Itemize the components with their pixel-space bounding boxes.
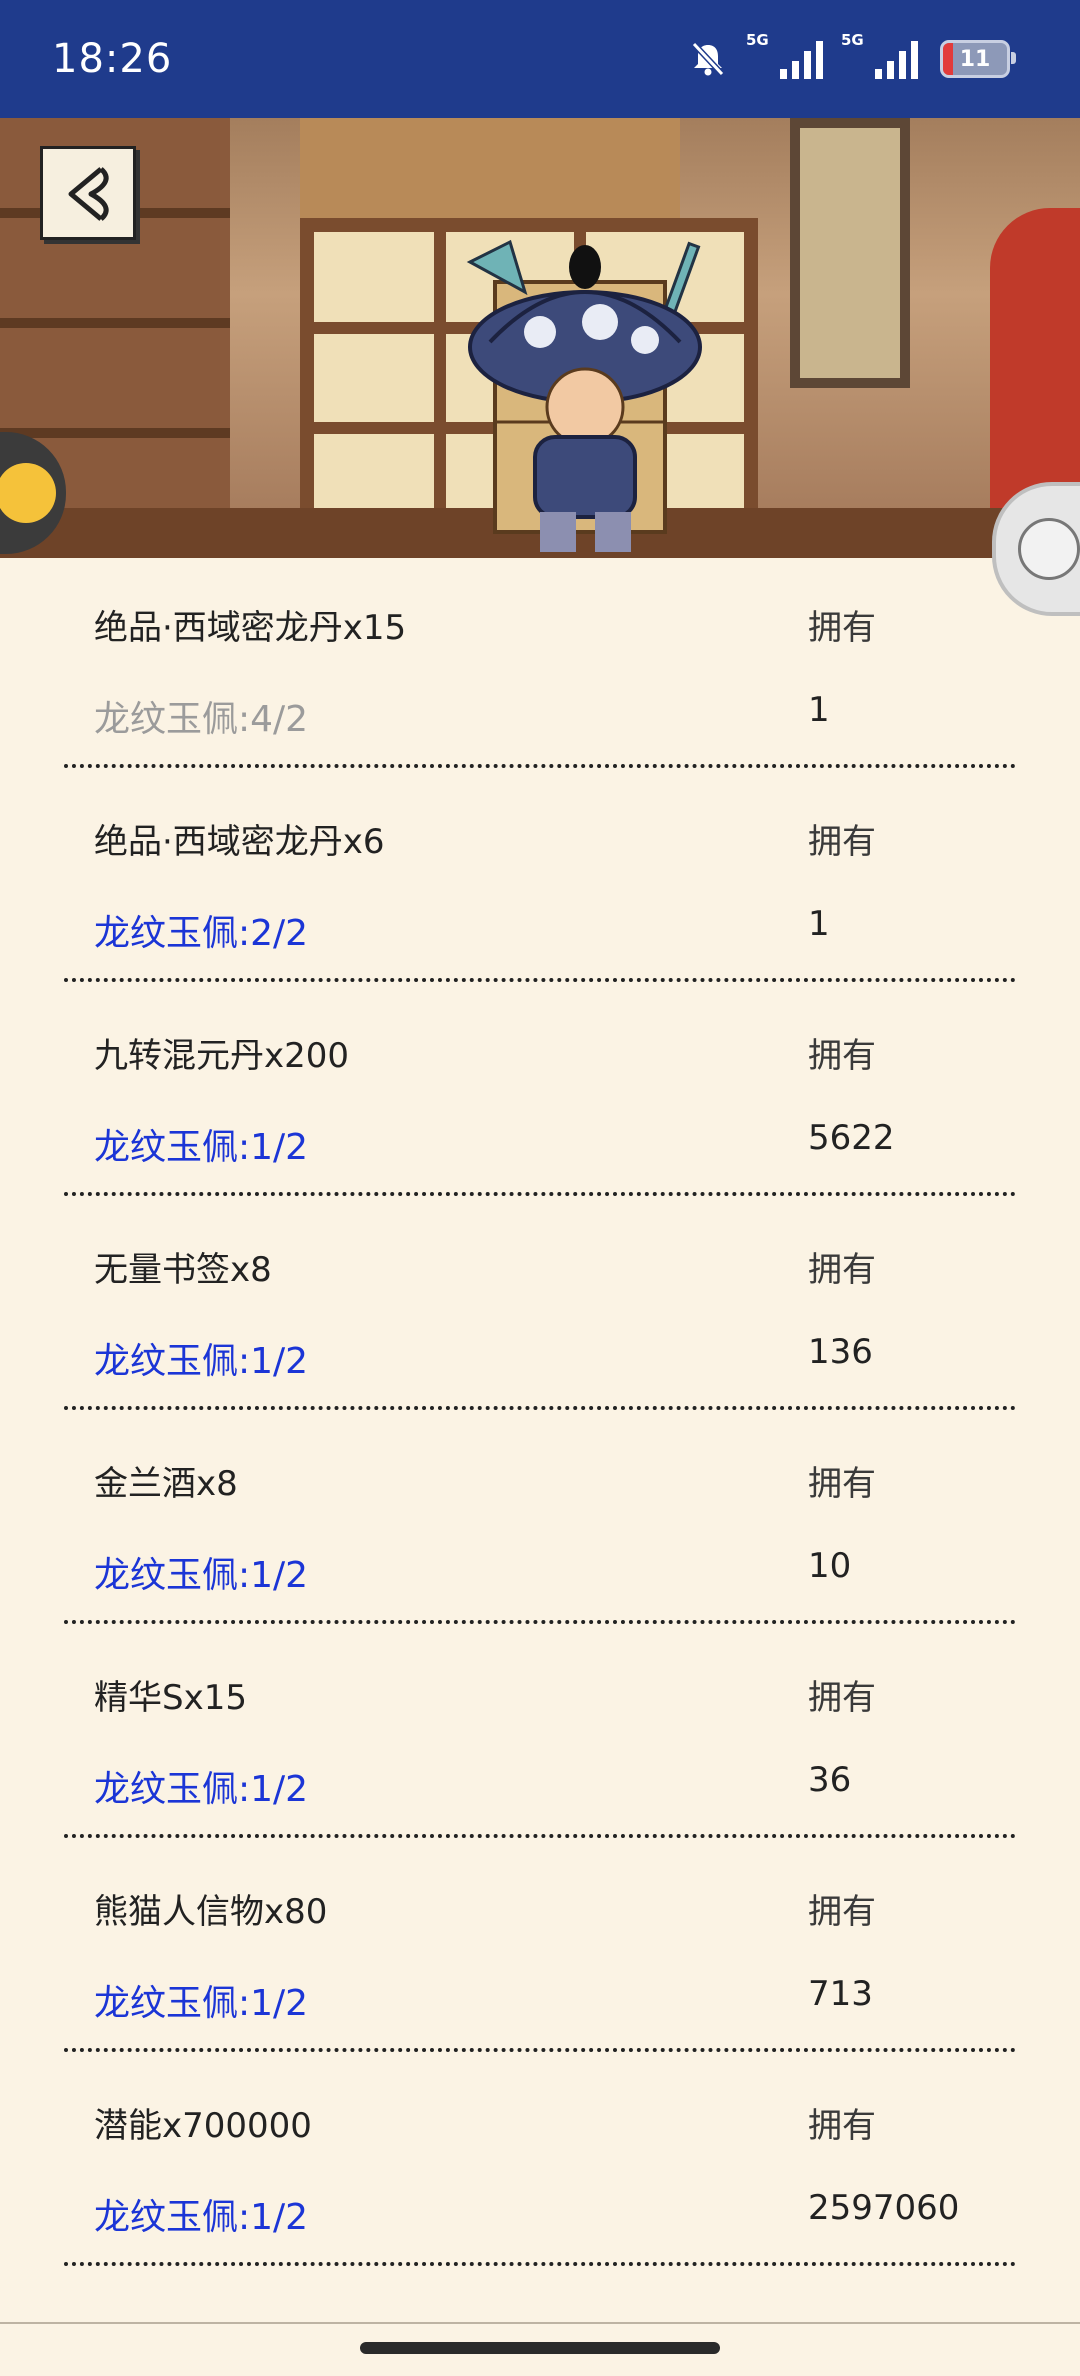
battery-level: 11 [959, 46, 991, 72]
status-icons: 5G 5G 11 [688, 31, 1016, 82]
signal-icon: 5G [841, 31, 918, 79]
own-label: 拥有 [808, 1892, 876, 1932]
own-label: 拥有 [808, 1250, 876, 1290]
dotted-divider [64, 1834, 1016, 1838]
list-item[interactable]: 精华Sx15 龙纹玉佩:1/2 拥有 36 [0, 1634, 1080, 1848]
item-name: 绝品·西域密龙丹x6 [94, 822, 385, 862]
own-count: 1 [808, 904, 830, 944]
list-item[interactable]: 九转混元丹x200 龙纹玉佩:1/2 拥有 5622 [0, 992, 1080, 1206]
bell-muted-icon [691, 41, 725, 77]
bottom-divider [0, 2322, 1080, 2324]
own-count: 2597060 [808, 2188, 960, 2228]
item-name: 熊猫人信物x80 [94, 1892, 328, 1932]
back-arrow-icon [68, 167, 109, 221]
home-indicator[interactable] [360, 2342, 720, 2354]
back-button[interactable] [40, 146, 136, 240]
dotted-divider [64, 1406, 1016, 1410]
own-label: 拥有 [808, 2106, 876, 2146]
dotted-divider [64, 764, 1016, 768]
dotted-divider [64, 2262, 1016, 2266]
item-name: 精华Sx15 [94, 1678, 247, 1718]
own-count: 5622 [808, 1118, 895, 1158]
signal-label-1: 5G [746, 31, 769, 49]
own-label: 拥有 [808, 1464, 876, 1504]
mascot-icon [0, 463, 56, 523]
wall-scroll-illustration [790, 118, 910, 388]
own-count: 36 [808, 1760, 852, 1800]
battery-icon: 11 [940, 40, 1016, 78]
item-requirement: 龙纹玉佩:1/2 [94, 1769, 309, 1810]
dotted-divider [64, 1620, 1016, 1624]
list-item[interactable]: 绝品·西域密龙丹x6 龙纹玉佩:2/2 拥有 1 [0, 778, 1080, 992]
own-count: 1 [808, 690, 830, 730]
status-time: 18:26 [52, 36, 173, 82]
exchange-list: 绝品·西域密龙丹x15 龙纹玉佩:4/2 拥有 1 绝品·西域密龙丹x6 龙纹玉… [0, 564, 1080, 2276]
list-item[interactable]: 绝品·西域密龙丹x15 龙纹玉佩:4/2 拥有 1 [0, 564, 1080, 778]
list-item[interactable]: 熊猫人信物x80 龙纹玉佩:1/2 拥有 713 [0, 1848, 1080, 2062]
item-requirement: 龙纹玉佩:4/2 [94, 699, 309, 740]
item-name: 金兰酒x8 [94, 1464, 238, 1504]
own-label: 拥有 [808, 822, 876, 862]
merchant-character-illustration [466, 239, 702, 552]
list-item[interactable]: 潜能x700000 龙纹玉佩:1/2 拥有 2597060 [0, 2062, 1080, 2276]
window-blind-illustration [300, 118, 680, 228]
own-label: 拥有 [808, 608, 876, 648]
own-count: 10 [808, 1546, 852, 1586]
item-name: 潜能x700000 [94, 2106, 312, 2146]
list-item[interactable]: 无量书签x8 龙纹玉佩:1/2 拥有 136 [0, 1206, 1080, 1420]
signal-label-2: 5G [841, 31, 864, 49]
own-count: 136 [808, 1332, 873, 1372]
item-requirement: 龙纹玉佩:1/2 [94, 1555, 309, 1596]
own-label: 拥有 [808, 1036, 876, 1076]
status-bar: 18:26 5G 5G 11 [0, 0, 1080, 118]
dotted-divider [64, 978, 1016, 982]
signal-icon: 5G [746, 31, 823, 79]
item-requirement: 龙纹玉佩:1/2 [94, 1127, 309, 1168]
list-item[interactable]: 金兰酒x8 龙纹玉佩:1/2 拥有 10 [0, 1420, 1080, 1634]
item-name: 无量书签x8 [94, 1250, 272, 1290]
dotted-divider [64, 1192, 1016, 1196]
own-count: 713 [808, 1974, 873, 2014]
item-name: 九转混元丹x200 [94, 1036, 350, 1076]
item-requirement: 龙纹玉佩:2/2 [94, 913, 309, 954]
item-requirement: 龙纹玉佩:1/2 [94, 2197, 309, 2238]
own-label: 拥有 [808, 1678, 876, 1718]
item-requirement: 龙纹玉佩:1/2 [94, 1341, 309, 1382]
item-requirement: 龙纹玉佩:1/2 [94, 1983, 309, 2024]
item-name: 绝品·西域密龙丹x15 [94, 608, 407, 648]
dotted-divider [64, 2048, 1016, 2052]
